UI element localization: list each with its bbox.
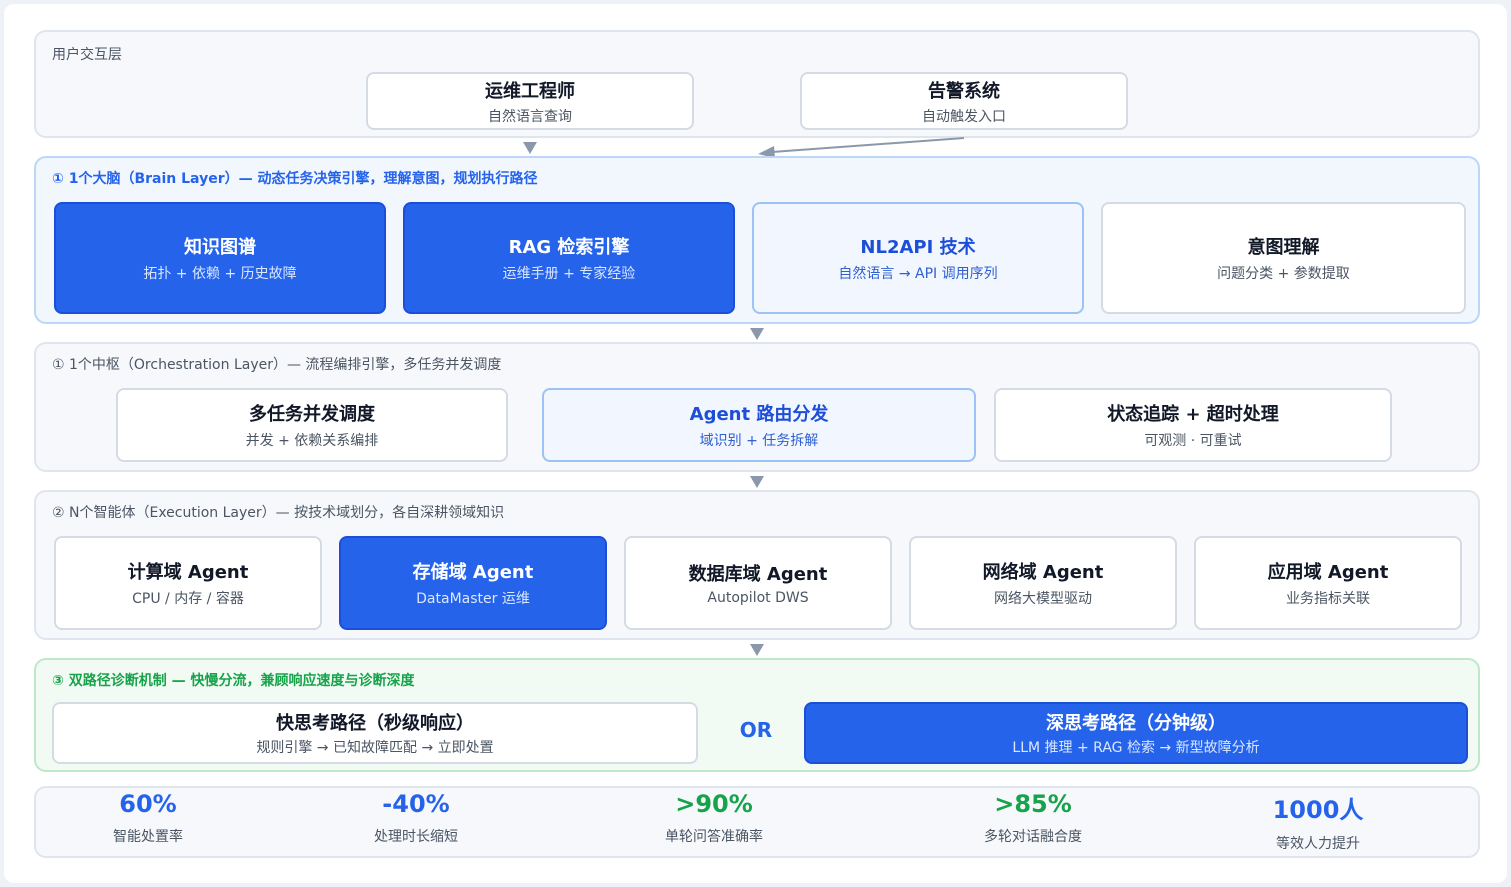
slow-path-title: 深思考路径（分钟级） [1046,713,1226,734]
orchestration-layer-title: ① 1个中枢（Orchestration Layer）— 流程编排引擎，多任务并… [52,357,502,373]
state-tracking-title: 状态追踪 + 超时处理 [1107,404,1279,425]
alert-system-subtitle: 自动触发入口 [922,108,1006,125]
application-agent-title: 应用域 Agent [1267,562,1389,583]
stat-value: -40% [382,790,450,818]
network-agent-node: 网络域 Agent 网络大模型驱动 [909,536,1177,630]
or-label: OR [739,718,773,742]
storage-agent-subtitle: DataMaster 运维 [416,591,530,607]
stat-value: 60% [119,790,177,818]
rag-engine-node: RAG 检索引擎 运维手册 + 专家经验 [403,202,735,314]
nl2api-node: NL2API 技术 自然语言 → API 调用序列 [752,202,1084,314]
task-scheduling-subtitle: 并发 + 依赖关系编排 [245,433,379,449]
stat-item-single-turn-accuracy: >90% 单轮问答准确率 [584,788,844,846]
execution-layer: ② N个智能体（Execution Layer）— 按技术域划分，各自深耕领域知… [34,490,1480,640]
stat-item-multi-turn-fusion: >85% 多轮对话融合度 [903,788,1163,846]
fast-path-title: 快思考路径（秒级响应） [276,713,474,734]
brain-layer: ① 1个大脑（Brain Layer）— 动态任务决策引擎，理解意图，规划执行路… [34,156,1480,324]
knowledge-graph-title: 知识图谱 [184,237,256,258]
ops-engineer-node: 运维工程师 自然语言查询 [366,72,694,130]
stat-label: 智能处置率 [113,829,183,845]
intent-understanding-subtitle: 问题分类 + 参数提取 [1217,266,1350,282]
orchestration-layer: ① 1个中枢（Orchestration Layer）— 流程编排引擎，多任务并… [34,342,1480,472]
nl2api-title: NL2API 技术 [860,237,976,258]
ops-engineer-subtitle: 自然语言查询 [488,108,572,125]
knowledge-graph-node: 知识图谱 拓扑 + 依赖 + 历史故障 [54,202,386,314]
arrow-orchestration-to-execution [750,476,764,488]
ops-engineer-title: 运维工程师 [485,80,575,102]
slow-path-subtitle: LLM 推理 + RAG 检索 → 新型故障分析 [1012,740,1260,756]
arrow-execution-to-diagnosis [750,644,764,656]
diagnosis-layer-title: ③ 双路径诊断机制 — 快慢分流，兼顾响应速度与诊断深度 [52,673,415,689]
storage-agent-title: 存储域 Agent [412,562,534,583]
task-scheduling-title: 多任务并发调度 [249,404,375,425]
application-agent-node: 应用域 Agent 业务指标关联 [1194,536,1462,630]
brain-layer-title: ① 1个大脑（Brain Layer）— 动态任务决策引擎，理解意图，规划执行路… [52,171,538,187]
network-agent-title: 网络域 Agent [982,562,1104,583]
rag-engine-subtitle: 运维手册 + 专家经验 [502,266,636,282]
arrow-brain-to-orchestration [750,328,764,340]
network-agent-subtitle: 网络大模型驱动 [994,591,1092,607]
stat-label: 单轮问答准确率 [665,829,763,845]
knowledge-graph-subtitle: 拓扑 + 依赖 + 历史故障 [143,266,297,282]
fast-path-node: 快思考路径（秒级响应） 规则引擎 → 已知故障匹配 → 立即处置 [52,702,698,764]
intent-understanding-node: 意图理解 问题分类 + 参数提取 [1101,202,1466,314]
stat-value: >90% [675,790,753,818]
rag-engine-title: RAG 检索引擎 [508,237,630,258]
user-layer-title: 用户交互层 [52,47,122,63]
architecture-diagram: 用户交互层 运维工程师 自然语言查询 告警系统 自动触发入口 ① 1个大脑（Br… [4,4,1507,883]
database-agent-title: 数据库域 Agent [688,564,828,585]
stat-label: 处理时长缩短 [374,829,458,845]
alert-system-title: 告警系统 [928,80,1000,102]
task-scheduling-node: 多任务并发调度 并发 + 依赖关系编排 [116,388,508,462]
diagnosis-layer: ③ 双路径诊断机制 — 快慢分流，兼顾响应速度与诊断深度 快思考路径（秒级响应）… [34,658,1480,772]
compute-agent-title: 计算域 Agent [127,562,249,583]
stats-bar: 60% 智能处置率 -40% 处理时长缩短 >90% 单轮问答准确率 >85% … [34,786,1480,858]
storage-agent-node: 存储域 Agent DataMaster 运维 [339,536,607,630]
arrow-engineer-to-brain [523,142,537,154]
slow-path-node: 深思考路径（分钟级） LLM 推理 + RAG 检索 → 新型故障分析 [804,702,1468,764]
database-agent-subtitle: Autopilot DWS [707,590,809,606]
fast-path-subtitle: 规则引擎 → 已知故障匹配 → 立即处置 [256,740,494,756]
stat-label: 多轮对话融合度 [984,829,1082,845]
stat-item-duration-reduction: -40% 处理时长缩短 [286,788,546,846]
application-agent-subtitle: 业务指标关联 [1286,591,1370,607]
stat-value: >85% [994,790,1072,818]
agent-routing-title: Agent 路由分发 [689,404,829,425]
stat-item-disposal-rate: 60% 智能处置率 [18,788,278,846]
agent-routing-node: Agent 路由分发 域识别 + 任务拆解 [542,388,976,462]
alert-system-node: 告警系统 自动触发入口 [800,72,1128,130]
compute-agent-node: 计算域 Agent CPU / 内存 / 容器 [54,536,322,630]
compute-agent-subtitle: CPU / 内存 / 容器 [132,591,244,607]
stat-value: 1000人 [1272,796,1364,824]
execution-layer-title: ② N个智能体（Execution Layer）— 按技术域划分，各自深耕领域知… [52,505,505,521]
nl2api-subtitle: 自然语言 → API 调用序列 [838,266,998,282]
stat-item-manpower-gain: 1000人 等效人力提升 [1188,788,1448,853]
database-agent-node: 数据库域 Agent Autopilot DWS [624,536,892,630]
user-layer: 用户交互层 运维工程师 自然语言查询 告警系统 自动触发入口 [34,30,1480,138]
stat-label: 等效人力提升 [1276,836,1360,852]
intent-understanding-title: 意图理解 [1247,237,1320,258]
agent-routing-subtitle: 域识别 + 任务拆解 [699,433,819,449]
state-tracking-subtitle: 可观测 · 可重试 [1144,433,1242,449]
state-tracking-node: 状态追踪 + 超时处理 可观测 · 可重试 [994,388,1392,462]
